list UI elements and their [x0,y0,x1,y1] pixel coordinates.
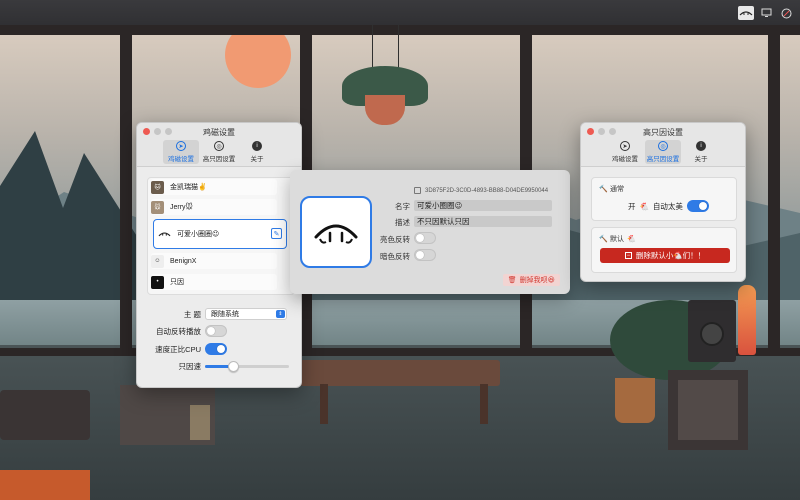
speed-label: 只因速 [178,362,202,371]
hammer-icon: 🔨 [599,186,608,193]
tab-about[interactable]: i 关于 [683,140,719,164]
advanced-settings-window: 高只因设置 ➤ 鸡磁设置 ◎ 高只因设置 i 关于 🔨 通常 开 🐔 自动太美 [580,122,746,282]
theme-row: 主 题 跟随系统 ⇕ [137,308,301,320]
edit-icon[interactable]: ✎ [271,228,282,239]
character-detail-popover: 3D875F2D-3C0D-4893-BB88-D04DE9950044 名字 … [290,170,570,294]
avatar: 🐭 [151,200,164,214]
tab-about[interactable]: i 关于 [239,140,275,164]
titlebar: 高只因设置 ➤ 鸡磁设置 ◎ 高只因设置 i 关于 [581,123,745,167]
desc-input[interactable]: 不只因默认只因 [414,216,552,227]
tab-bar: ➤ 鸡磁设置 ◎ 高只因设置 i 关于 [137,140,301,164]
character-preview-image[interactable] [300,196,372,268]
general-title: 🔨 通常 [599,186,624,193]
default-group: 🔨 默认 🐔 − 删除默认小🐔们！！ [591,227,737,273]
target-icon: ◎ [214,141,224,151]
slider-knob[interactable] [227,361,239,372]
theme-label: 主 题 [183,309,201,319]
avatar: • [151,275,164,289]
speed-row: 只因速 [137,361,301,372]
list-item[interactable]: 🐱 金凯瑞猫✌️ [151,179,277,195]
auto-run-toggle[interactable] [686,200,709,212]
tab-bar: ➤ 鸡磁设置 ◎ 高只因设置 i 关于 [581,140,745,164]
list-item-selected[interactable]: 可爱小圈圈😉 ✎ [153,219,287,249]
monitor-icon[interactable] [758,6,774,20]
swirl-icon[interactable] [778,6,794,20]
tab-basic-settings[interactable]: ➤ 鸡磁设置 [607,140,643,164]
tab-advanced-settings[interactable]: ◎ 高只因设置 [645,140,681,164]
list-item[interactable]: • 只因 [151,274,277,290]
default-title: 🔨 默认 🐔 [599,236,636,243]
speed-cpu-toggle[interactable] [205,343,227,355]
chicken-icon: 🐔 [627,236,636,243]
speed-cpu-row: 速度正比CPU [137,343,301,355]
window-title: 高只因设置 [643,128,683,137]
name-label: 名字 [395,202,410,211]
delete-defaults-button[interactable]: − 删除默认小🐔们！！ [600,248,730,263]
name-input[interactable]: 可爱小圈圈😉 [414,200,552,211]
window-title: 鸡磁设置 [203,128,235,137]
menubar-status-icons [738,6,794,20]
list-item[interactable]: 🐭 Jerry🐭 [151,199,277,215]
delete-character-button[interactable]: 🗑 删掉我呗😆 [502,274,560,286]
uuid-row: 3D875F2D-3C0D-4893-BB88-D04DE9950044 [414,187,548,194]
tab-advanced-settings[interactable]: ◎ 高只因设置 [201,140,237,164]
target-icon: ◎ [658,141,668,151]
auto-reverse-toggle[interactable] [205,325,227,337]
chicken-icon: 🐔 [639,201,649,211]
theme-select[interactable]: 跟随系统 ⇕ [205,308,287,320]
main-settings-window: 鸡磁设置 ➤ 鸡磁设置 ◎ 高只因设置 i 关于 🐱 金凯瑞猫✌️ 🐭 Jerr… [136,122,302,388]
copy-icon[interactable] [414,187,421,194]
dark-invert-toggle[interactable] [414,249,436,261]
auto-reverse-label: 自动反转播放 [156,326,201,336]
hammer-icon: 🔨 [599,236,608,243]
uuid-text: 3D875F2D-3C0D-4893-BB88-D04DE9950044 [425,187,549,194]
avatar: ☺ [151,254,164,268]
titlebar: 鸡磁设置 ➤ 鸡磁设置 ◎ 高只因设置 i 关于 [137,123,301,167]
info-icon: i [252,141,262,151]
auto-reverse-row: 自动反转播放 [137,325,301,337]
general-group: 🔨 通常 开 🐔 自动太美 [591,177,737,221]
speed-slider[interactable] [205,361,289,372]
avatar [158,227,171,241]
face-icon[interactable] [738,6,754,20]
auto-run-row: 开 🐔 自动太美 [628,200,709,212]
chevron-updown-icon: ⇕ [276,310,285,318]
speed-cpu-label: 速度正比CPU [155,344,201,354]
dark-invert-label: 暗色反转 [380,252,410,261]
avatar: 🐱 [151,180,164,194]
info-icon: i [696,141,706,151]
list-item[interactable]: ☺ BenignX [151,253,277,269]
minus-square-icon: − [624,252,632,259]
desc-label: 描述 [395,218,410,227]
compass-icon: ➤ [176,141,186,151]
tab-basic-settings[interactable]: ➤ 鸡磁设置 [163,140,199,164]
light-invert-toggle[interactable] [414,232,436,244]
compass-icon: ➤ [620,141,630,151]
trash-icon: 🗑 [507,277,517,284]
light-invert-label: 亮色反转 [380,235,410,244]
face-icon [314,224,358,244]
